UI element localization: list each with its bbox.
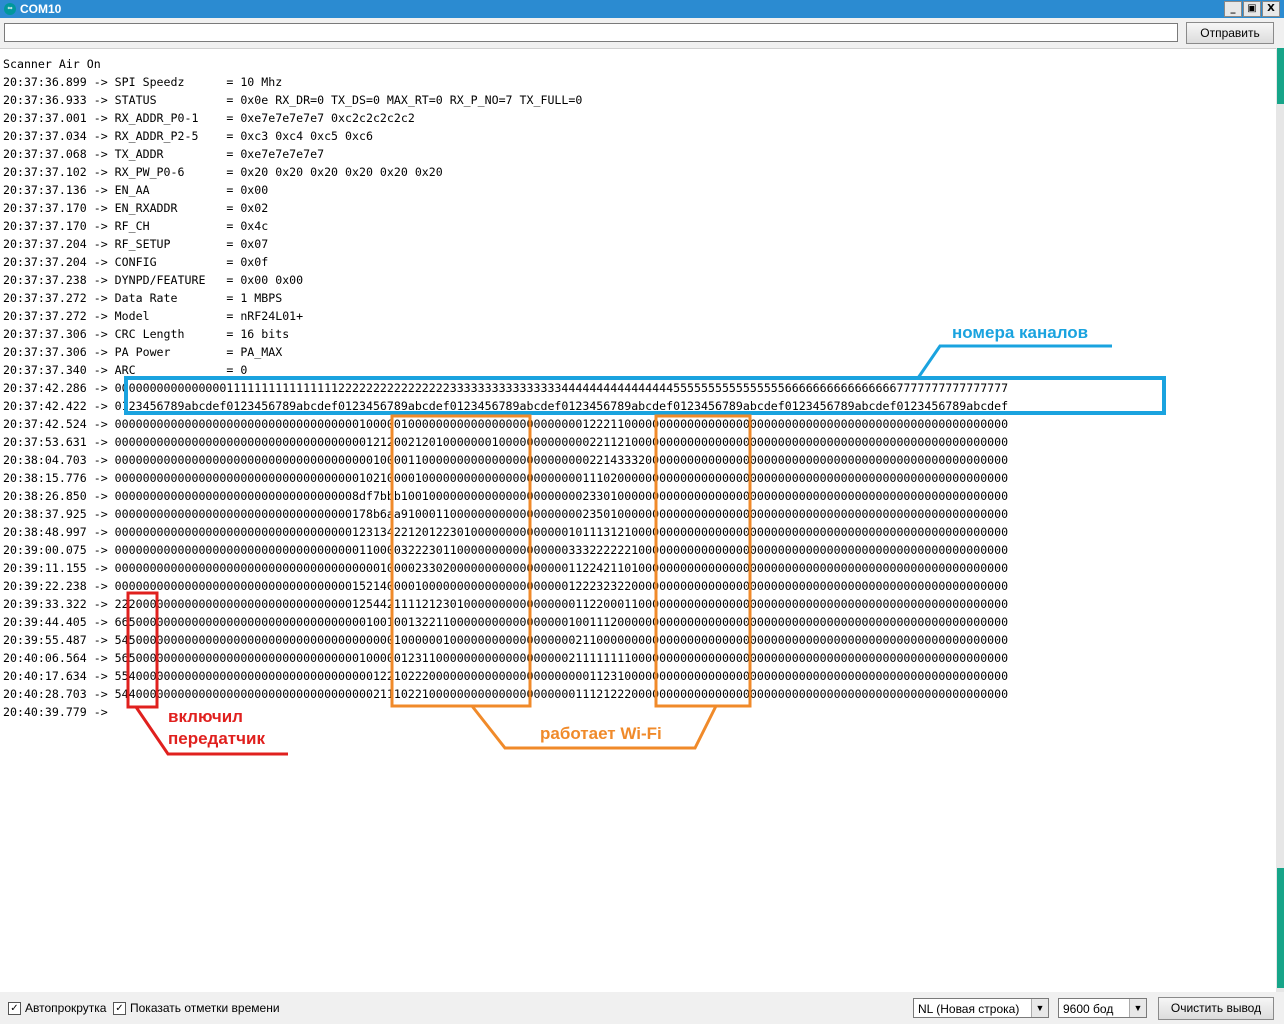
window-controls: _ ▣ X bbox=[1224, 1, 1280, 17]
scrollbar-track-accent bbox=[1277, 868, 1284, 988]
clear-output-button[interactable]: Очистить вывод bbox=[1158, 997, 1274, 1020]
output-line: 20:37:53.631 -> 000000000000000000000000… bbox=[3, 435, 1009, 449]
send-input[interactable] bbox=[4, 23, 1178, 42]
output-line: 20:39:44.405 -> 665000000000000000000000… bbox=[3, 615, 1009, 629]
output-line: 20:37:37.034 -> RX_ADDR_P2-5 = 0xc3 0xc4… bbox=[3, 129, 373, 143]
output-line: 20:37:36.899 -> SPI Speedz = 10 Mhz bbox=[3, 75, 283, 89]
output-line: 20:37:36.933 -> STATUS = 0x0e RX_DR=0 TX… bbox=[3, 93, 583, 107]
transmitter-annotation-line1: включил bbox=[168, 707, 243, 726]
output-line: 20:40:39.779 -> bbox=[3, 705, 115, 719]
output-line: 20:39:55.487 -> 545000000000000000000000… bbox=[3, 633, 1009, 647]
output-line: 20:37:37.068 -> TX_ADDR = 0xe7e7e7e7e7 bbox=[3, 147, 325, 161]
maximize-button[interactable]: ▣ bbox=[1243, 1, 1261, 17]
output-line: 20:37:42.422 -> 0123456789abcdef01234567… bbox=[3, 399, 1009, 413]
output-line: 20:40:17.634 -> 554000000000000000000000… bbox=[3, 669, 1009, 683]
line-ending-value: NL (Новая строка) bbox=[918, 1002, 1020, 1016]
output-line: 20:37:37.238 -> DYNPD/FEATURE = 0x00 0x0… bbox=[3, 273, 304, 287]
output-line: 20:39:11.155 -> 000000000000000000000000… bbox=[3, 561, 1009, 575]
wifi-annotation: работает Wi-Fi bbox=[540, 724, 662, 743]
baud-rate-value: 9600 бод bbox=[1063, 1002, 1114, 1016]
arduino-icon: ∞ bbox=[4, 3, 16, 15]
send-bar: Отправить bbox=[0, 18, 1284, 48]
output-line: 20:37:37.204 -> RF_SETUP = 0x07 bbox=[3, 237, 269, 251]
output-line: 20:37:37.102 -> RX_PW_P0-6 = 0x20 0x20 0… bbox=[3, 165, 443, 179]
output-line: 20:39:33.322 -> 222000000000000000000000… bbox=[3, 597, 1009, 611]
output-line: 20:40:28.703 -> 544000000000000000000000… bbox=[3, 687, 1009, 701]
autoscroll-label: Автопрокрутка bbox=[25, 1001, 107, 1015]
transmitter-annotation: включил передатчик bbox=[168, 706, 265, 750]
output-line: 20:37:37.136 -> EN_AA = 0x00 bbox=[3, 183, 269, 197]
output-line: 20:37:37.340 -> ARC = 0 bbox=[3, 363, 248, 377]
output-line: Scanner Air On bbox=[3, 57, 101, 71]
output-line: 20:39:00.075 -> 000000000000000000000000… bbox=[3, 543, 1009, 557]
timestamps-label: Показать отметки времени bbox=[130, 1001, 280, 1015]
output-line: 20:39:22.238 -> 000000000000000000000000… bbox=[3, 579, 1009, 593]
close-button[interactable]: X bbox=[1262, 1, 1280, 17]
output-line: 20:37:37.204 -> CONFIG = 0x0f bbox=[3, 255, 269, 269]
minimize-button[interactable]: _ bbox=[1224, 1, 1242, 17]
transmitter-annotation-line2: передатчик bbox=[168, 729, 265, 748]
serial-output[interactable]: Scanner Air On 20:37:36.899 -> SPI Speedz… bbox=[0, 48, 1276, 993]
scrollbar-thumb[interactable] bbox=[1277, 48, 1284, 104]
line-ending-select[interactable]: NL (Новая строка) ▼ bbox=[913, 998, 1049, 1018]
output-line: 20:38:37.925 -> 000000000000000000000000… bbox=[3, 507, 1009, 521]
send-button[interactable]: Отправить bbox=[1186, 22, 1274, 44]
autoscroll-checkbox[interactable]: ✓ bbox=[8, 1002, 21, 1015]
output-line: 20:38:04.703 -> 000000000000000000000000… bbox=[3, 453, 1009, 467]
vertical-scrollbar[interactable] bbox=[1276, 48, 1284, 992]
timestamps-checkbox[interactable]: ✓ bbox=[113, 1002, 126, 1015]
output-line: 20:37:37.001 -> RX_ADDR_P0-1 = 0xe7e7e7e… bbox=[3, 111, 415, 125]
output-line: 20:37:42.286 -> 000000000000000011111111… bbox=[3, 381, 1009, 395]
output-line: 20:38:26.850 -> 000000000000000000000000… bbox=[3, 489, 1009, 503]
output-line: 20:37:37.272 -> Data Rate = 1 MBPS bbox=[3, 291, 283, 305]
output-line: 20:37:37.170 -> EN_RXADDR = 0x02 bbox=[3, 201, 269, 215]
bottom-bar: ✓ Автопрокрутка ✓ Показать отметки време… bbox=[0, 992, 1284, 1024]
window-title: COM10 bbox=[20, 2, 62, 16]
output-line: 20:38:15.776 -> 000000000000000000000000… bbox=[3, 471, 1009, 485]
channels-annotation: номера каналов bbox=[952, 323, 1089, 342]
title-bar: ∞ COM10 _ ▣ X bbox=[0, 0, 1284, 18]
baud-rate-select[interactable]: 9600 бод ▼ bbox=[1058, 998, 1147, 1018]
output-line: 20:37:37.272 -> Model = nRF24L01+ bbox=[3, 309, 304, 323]
output-line: 20:40:06.564 -> 565000000000000000000000… bbox=[3, 651, 1009, 665]
chevron-down-icon: ▼ bbox=[1129, 999, 1146, 1017]
chevron-down-icon: ▼ bbox=[1031, 999, 1048, 1017]
output-line: 20:38:48.997 -> 000000000000000000000000… bbox=[3, 525, 1009, 539]
output-lines: Scanner Air On 20:37:36.899 -> SPI Speedz… bbox=[3, 55, 1008, 721]
check-icon: ✓ bbox=[10, 1003, 19, 1014]
output-line: 20:37:37.306 -> CRC Length = 16 bits bbox=[3, 327, 290, 341]
output-line: 20:37:37.306 -> PA Power = PA_MAX bbox=[3, 345, 283, 359]
output-line: 20:37:37.170 -> RF_CH = 0x4c bbox=[3, 219, 269, 233]
check-icon: ✓ bbox=[115, 1003, 124, 1014]
output-line: 20:37:42.524 -> 000000000000000000000000… bbox=[3, 417, 1009, 431]
